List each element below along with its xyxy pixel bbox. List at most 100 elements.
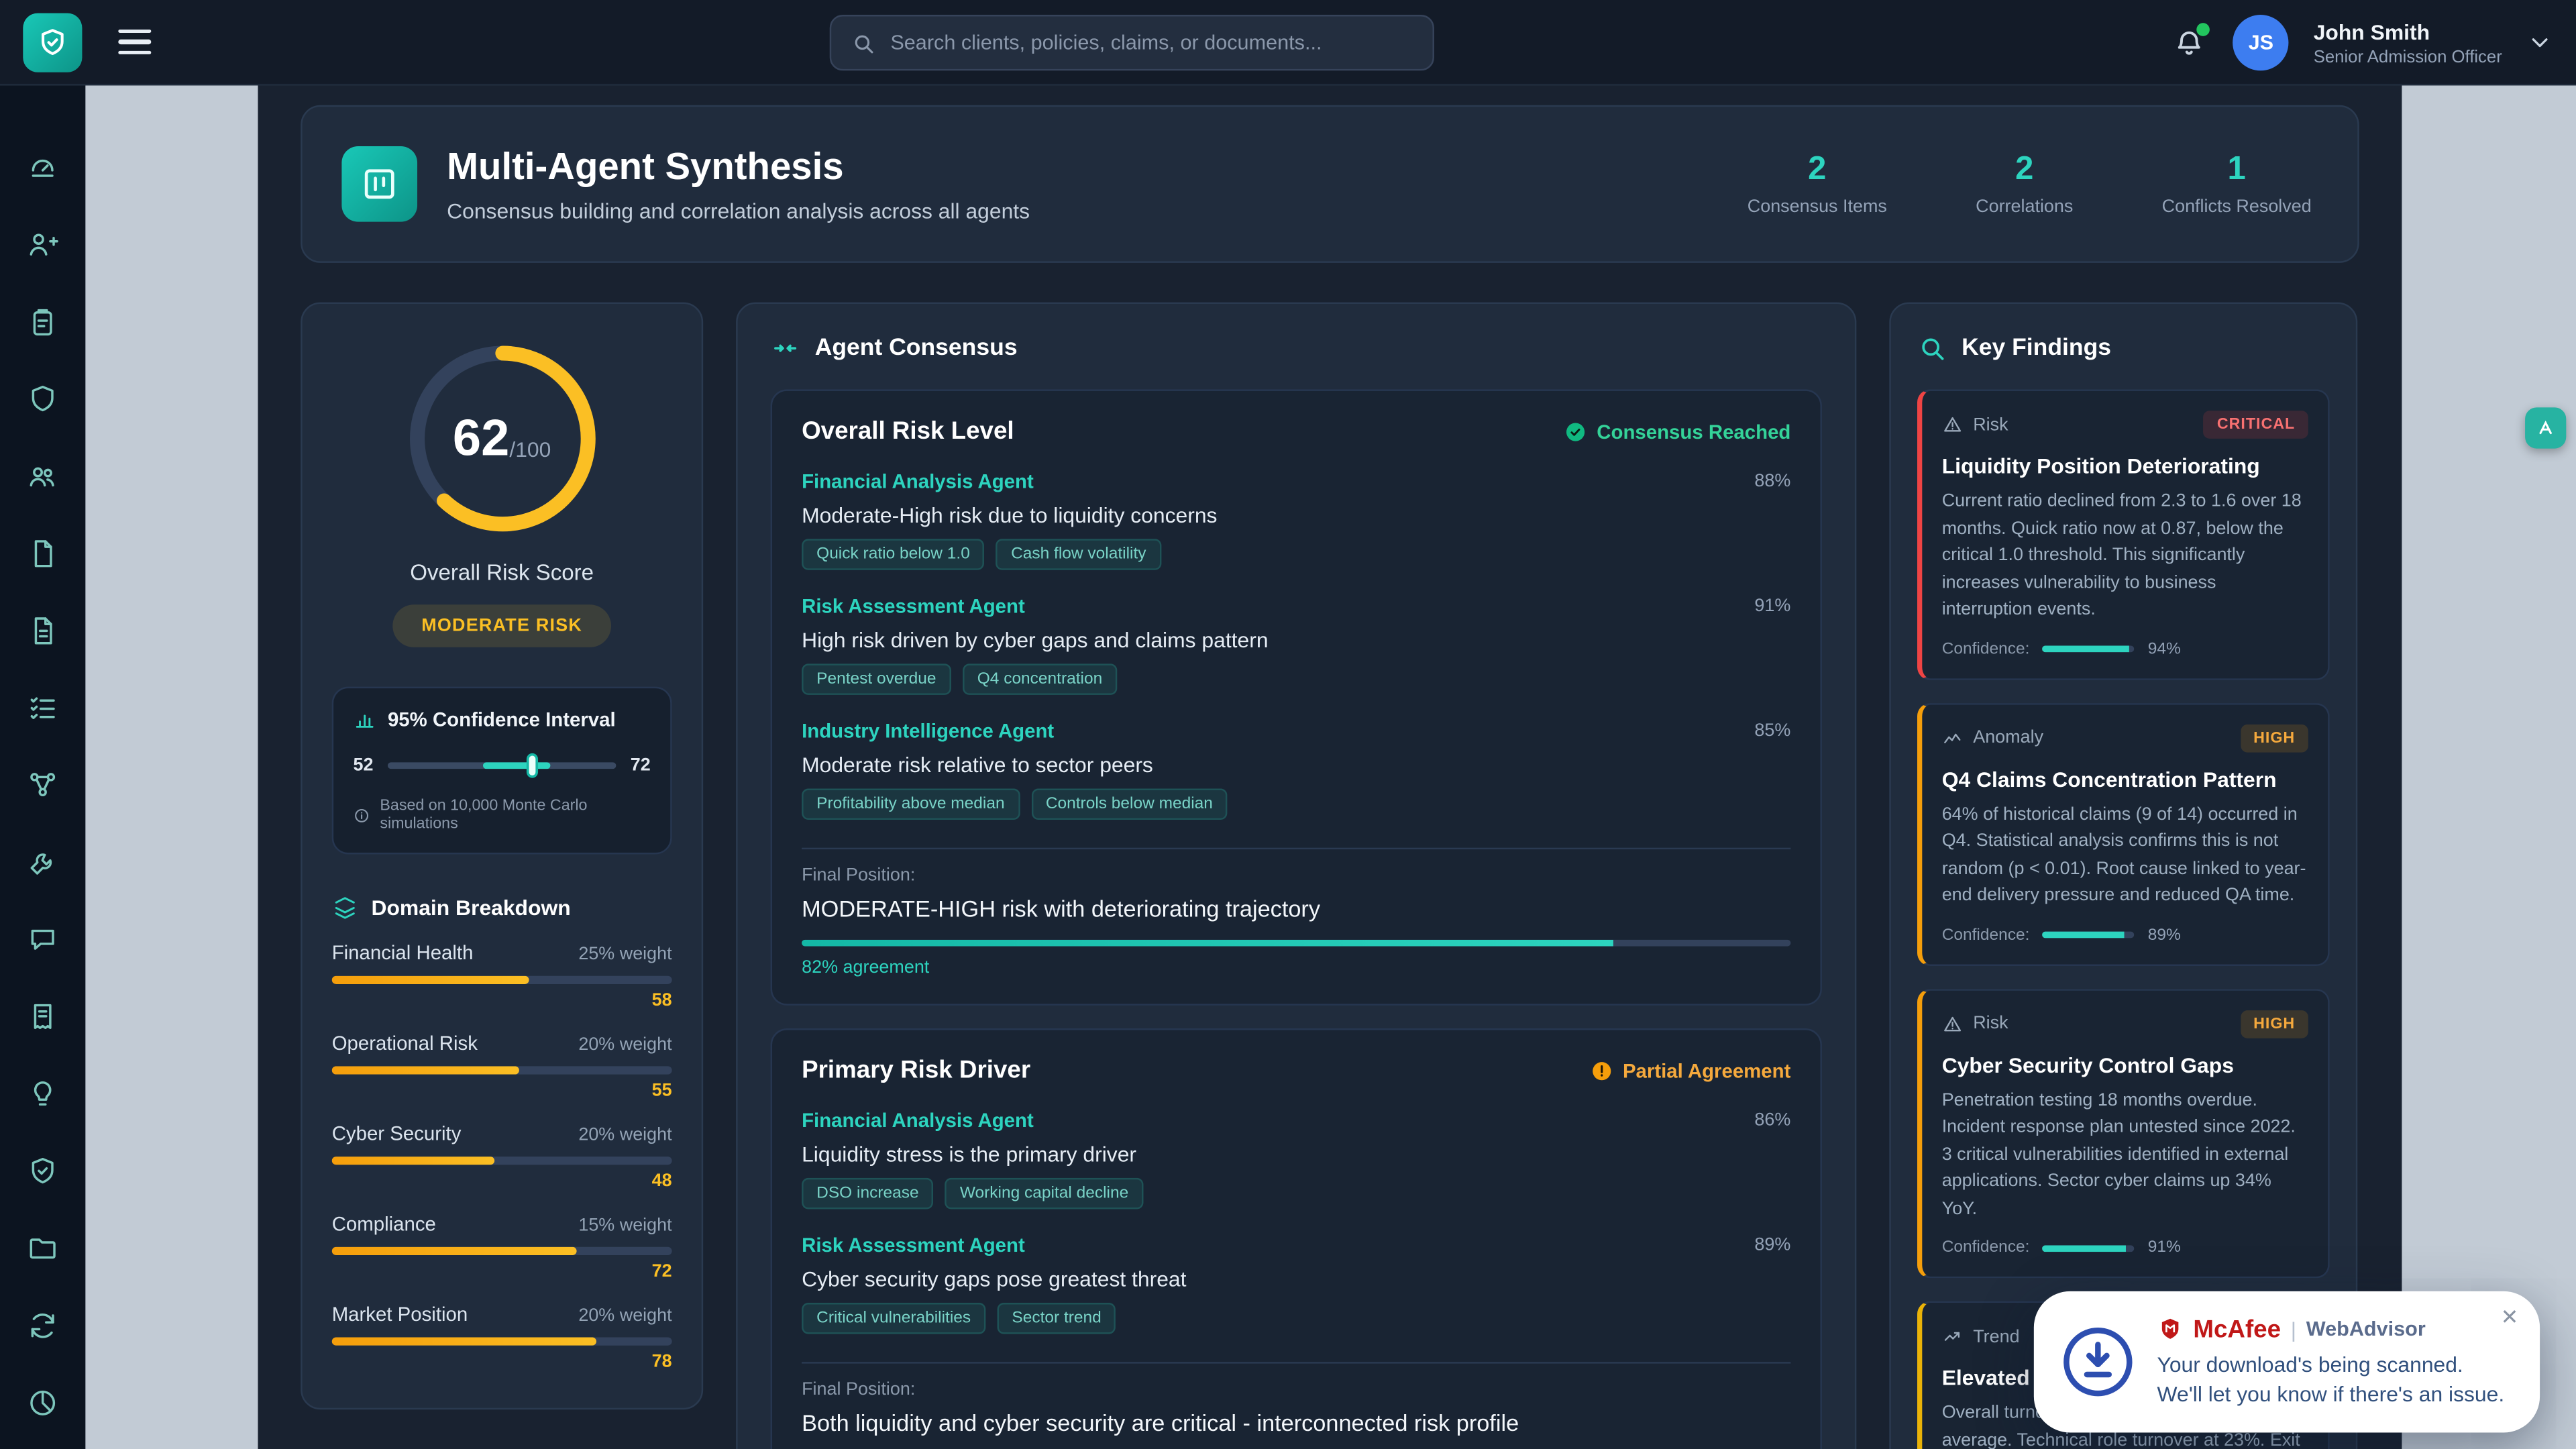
user-name: John Smith [2314, 19, 2502, 44]
sidebar-item-reports[interactable] [23, 611, 62, 651]
chevron-down-icon [2527, 30, 2553, 56]
section-title: Primary Risk Driver [802, 1057, 1030, 1085]
monte-carlo-note: Based on 10,000 Monte Carlo simulations [380, 797, 650, 833]
file-text-icon [26, 614, 59, 647]
bar-chart-icon [354, 708, 376, 731]
trend-up-icon [1942, 1326, 1964, 1347]
finding-q4-claims[interactable]: Anomaly HIGH Q4 Claims Concentration Pat… [1917, 702, 2330, 965]
sidebar-item-assessments[interactable] [23, 303, 62, 342]
agent-row: Financial Analysis Agent 86% Liquidity s… [802, 1109, 1790, 1209]
sidebar [0, 85, 85, 1449]
confidence-slider[interactable] [388, 762, 616, 769]
domain-row-cyber-security: Cyber Security20% weight 48 [332, 1122, 672, 1191]
sidebar-item-sync[interactable] [23, 1306, 62, 1346]
page-header-text: Multi-Agent Synthesis Consensus building… [447, 145, 1030, 224]
mcafee-content: McAfee | WebAdvisor Your download's bein… [2157, 1316, 2505, 1408]
users-icon [26, 460, 59, 493]
notification-dot [2197, 22, 2210, 36]
sidebar-item-messages[interactable] [23, 920, 62, 959]
sidebar-item-invoices[interactable] [23, 998, 62, 1037]
sidebar-item-tasks[interactable] [23, 688, 62, 728]
avatar[interactable]: JS [2233, 15, 2289, 70]
consensus-section-primary-driver: Primary Risk Driver Partial Agreement Fi… [771, 1028, 1822, 1449]
user-info: John Smith Senior Admission Officer [2314, 19, 2502, 66]
severity-badge: HIGH [2241, 724, 2308, 752]
sidebar-item-tools[interactable] [23, 843, 62, 882]
evidence-chip: Q4 concentration [963, 663, 1118, 695]
mcafee-message-line1: Your download's being scanned. [2157, 1350, 2505, 1379]
pie-chart-icon [26, 1387, 59, 1419]
final-position: Final Position: MODERATE-HIGH risk with … [802, 848, 1790, 977]
finding-cyber-gaps[interactable]: Risk HIGH Cyber Security Control Gaps Pe… [1917, 988, 2330, 1278]
info-icon [354, 806, 370, 824]
search-input[interactable] [890, 32, 1413, 54]
stat-correlations: 2 Correlations [1976, 151, 2073, 217]
consensus-section-overall-risk: Overall Risk Level Consensus Reached Fin… [771, 389, 1822, 1005]
search-icon [851, 30, 876, 55]
app-logo[interactable] [23, 12, 82, 71]
floating-tool-widget[interactable] [2525, 407, 2566, 448]
domain-row-financial-health: Financial Health25% weight 58 [332, 941, 672, 1010]
interval-high: 72 [631, 756, 651, 775]
mcafee-shield-icon [2157, 1317, 2184, 1343]
sidebar-item-dashboard[interactable] [23, 148, 62, 187]
section-title: Overall Risk Level [802, 417, 1014, 445]
user-role: Senior Admission Officer [2314, 47, 2502, 66]
mcafee-message-line2: We'll let you know if there's an issue. [2157, 1379, 2505, 1408]
menu-toggle-button[interactable] [118, 23, 151, 61]
confidence-range [484, 762, 549, 769]
finding-liquidity[interactable]: Risk CRITICAL Liquidity Position Deterio… [1917, 389, 2330, 679]
dashboard-icon [26, 151, 59, 184]
sidebar-item-network[interactable] [23, 765, 62, 805]
app-window: JS John Smith Senior Admission Officer [0, 0, 2576, 1449]
sidebar-item-security[interactable] [23, 1152, 62, 1191]
evidence-chip: Pentest overdue [802, 663, 951, 695]
sidebar-item-clients[interactable] [23, 225, 62, 265]
topbar-right: JS John Smith Senior Admission Officer [2171, 0, 2553, 85]
risk-score-label: Overall Risk Score [332, 560, 672, 585]
mcafee-brand: McAfee [2193, 1316, 2281, 1344]
layers-icon [332, 894, 358, 920]
sidebar-item-risk[interactable] [23, 380, 62, 419]
evidence-chip: Profitability above median [802, 789, 1020, 820]
confidence-slider-thumb[interactable] [529, 756, 536, 775]
clipboard-icon [26, 306, 59, 339]
evidence-chip: Quick ratio below 1.0 [802, 539, 985, 570]
sidebar-item-insights[interactable] [23, 1075, 62, 1114]
stat-consensus-items: 2 Consensus Items [1748, 151, 1887, 217]
sidebar-item-analytics[interactable] [23, 1383, 62, 1423]
search-icon [1917, 333, 1947, 363]
receipt-icon [26, 1000, 59, 1033]
shield-icon [26, 383, 59, 416]
warning-icon [1942, 1013, 1964, 1034]
sidebar-item-files[interactable] [23, 1229, 62, 1269]
widget-icon [2533, 416, 2558, 441]
risk-gauge: 62 /100 [407, 343, 597, 534]
key-findings-header: Key Findings [1917, 327, 2330, 366]
close-icon[interactable]: ✕ [2501, 1304, 2519, 1330]
consensus-status: Consensus Reached [1564, 420, 1790, 443]
evidence-chip: DSO increase [802, 1178, 934, 1210]
network-icon [26, 769, 59, 802]
warning-icon [1942, 414, 1964, 435]
evidence-chip: Cash flow volatility [996, 539, 1161, 570]
sidebar-item-team[interactable] [23, 457, 62, 496]
synthesis-icon [360, 164, 399, 204]
page-title: Multi-Agent Synthesis [447, 145, 1030, 189]
notifications-button[interactable] [2171, 24, 2208, 62]
domain-row-compliance: Compliance15% weight 72 [332, 1212, 672, 1281]
final-position: Final Position: Both liquidity and cyber… [802, 1362, 1790, 1449]
sidebar-item-documents[interactable] [23, 534, 62, 574]
mcafee-webadvisor-popup: McAfee | WebAdvisor Your download's bein… [2034, 1291, 2540, 1433]
agent-row: Risk Assessment Agent 89% Cyber security… [802, 1234, 1790, 1334]
user-menu-button[interactable] [2527, 30, 2553, 56]
global-search[interactable] [830, 15, 1434, 70]
topbar: JS John Smith Senior Admission Officer [0, 0, 2576, 85]
chart-line-icon [1942, 727, 1964, 749]
page-subtitle: Consensus building and correlation analy… [447, 199, 1030, 223]
evidence-chip: Critical vulnerabilities [802, 1303, 985, 1334]
risk-score-card: 62 /100 Overall Risk Score MODERATE RISK… [301, 303, 703, 1410]
user-plus-icon [26, 228, 59, 261]
risk-score-max: /100 [509, 436, 551, 461]
handshake-icon [771, 333, 800, 363]
